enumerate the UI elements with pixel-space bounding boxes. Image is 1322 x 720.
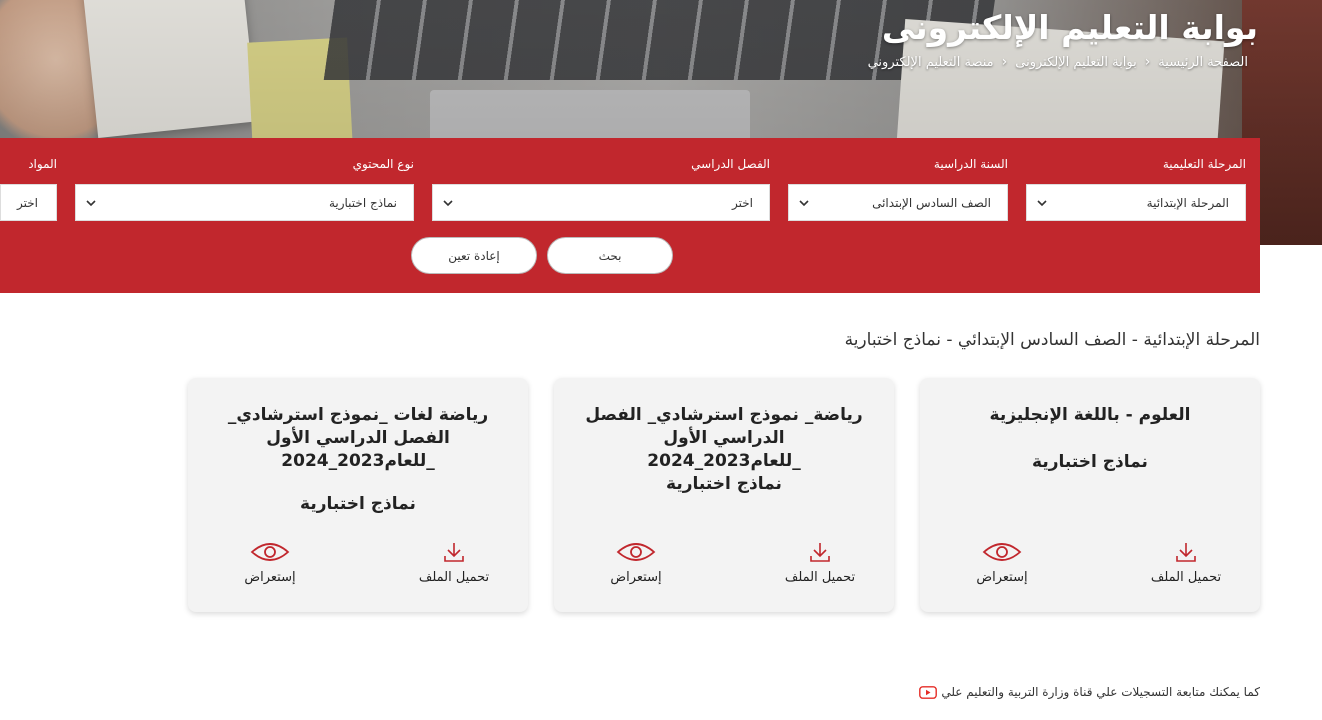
download-button[interactable]: تحميل الملف — [404, 540, 504, 585]
stage-select-value: المرحلة الإبتدائية — [1146, 195, 1229, 210]
view-button[interactable]: إستعراض — [220, 540, 320, 585]
view-label: إستعراض — [976, 570, 1028, 585]
download-button[interactable]: تحميل الملف — [1136, 540, 1236, 585]
chevron-down-icon — [443, 200, 453, 207]
card-title: رياضة_ نموذج استرشادي_ الفصل الدراسي الأ… — [585, 405, 863, 471]
breadcrumb-current: منصة التعليم الإلكتروني — [867, 54, 994, 70]
year-label: السنة الدراسية — [933, 157, 1008, 171]
card-title: العلوم - باللغة الإنجليزية — [989, 405, 1191, 425]
reset-button[interactable]: إعادة تعين — [411, 237, 537, 274]
view-label: إستعراض — [244, 570, 296, 585]
subject-select-value: اختر — [17, 195, 38, 210]
download-label: تحميل الملف — [418, 570, 490, 585]
download-label: تحميل الملف — [784, 570, 856, 585]
card-type: نماذج اختبارية — [300, 494, 416, 514]
result-card: العلوم - باللغة الإنجليزية نماذج اختباري… — [920, 378, 1260, 612]
stage-label: المرحلة التعليمية — [1162, 157, 1246, 171]
chevron-left-icon: ‹ — [1144, 54, 1151, 70]
page-title: بوابة التعليم الإلكترونى — [881, 8, 1258, 47]
chevron-down-icon — [86, 200, 96, 207]
download-icon — [810, 543, 830, 562]
download-icon — [1176, 543, 1196, 562]
download-label: تحميل الملف — [1150, 570, 1222, 585]
eye-icon — [250, 543, 290, 561]
result-card: رياضة لغات _نموذج استرشادي_ الفصل الدراس… — [188, 378, 528, 612]
view-button[interactable]: إستعراض — [952, 540, 1052, 585]
footer-note-text: كما يمكنك متابعة التسجيلات علي قناة وزار… — [941, 685, 1260, 699]
view-label: إستعراض — [610, 570, 662, 585]
eye-icon — [982, 543, 1022, 561]
content-type-select[interactable]: نماذج اختبارية — [75, 184, 414, 221]
card-type: نماذج اختبارية — [666, 474, 782, 494]
filter-panel: المرحلة التعليمية المرحلة الإبتدائية الس… — [0, 138, 1260, 293]
result-card: رياضة_ نموذج استرشادي_ الفصل الدراسي الأ… — [554, 378, 894, 612]
content-type-label: نوع المحتوي — [352, 157, 414, 171]
download-button[interactable]: تحميل الملف — [770, 540, 870, 585]
chevron-left-icon: ‹ — [1001, 54, 1008, 70]
term-label: الفصل الدراسي — [691, 157, 770, 171]
card-title: رياضة لغات _نموذج استرشادي_ الفصل الدراس… — [227, 405, 489, 471]
results-heading: المرحلة الإبتدائية - الصف السادس الإبتدا… — [844, 330, 1260, 350]
stage-select[interactable]: المرحلة الإبتدائية — [1026, 184, 1246, 221]
breadcrumb-portal[interactable]: بوابة التعليم الإلكترونى — [1015, 55, 1136, 70]
subject-label: المواد — [28, 157, 57, 171]
youtube-icon[interactable] — [919, 685, 938, 699]
year-select-value: الصف السادس الإبتدائى — [872, 195, 991, 210]
breadcrumb-home[interactable]: الصفحة الرئيسية — [1158, 55, 1248, 70]
chevron-down-icon — [799, 200, 809, 207]
chevron-down-icon — [1037, 200, 1047, 207]
eye-icon — [616, 543, 656, 561]
download-icon — [444, 543, 464, 562]
term-select-value: اختر — [732, 195, 753, 210]
content-type-select-value: نماذج اختبارية — [328, 195, 397, 210]
view-button[interactable]: إستعراض — [586, 540, 686, 585]
term-select[interactable]: اختر — [432, 184, 770, 221]
search-button[interactable]: بحث — [547, 237, 673, 274]
year-select[interactable]: الصف السادس الإبتدائى — [788, 184, 1008, 221]
breadcrumb: الصفحة الرئيسية ‹ بوابة التعليم الإلكترو… — [868, 54, 1248, 70]
subject-select[interactable]: اختر — [0, 184, 57, 221]
card-type: نماذج اختبارية — [1032, 452, 1148, 472]
footer-note: كما يمكنك متابعة التسجيلات علي قناة وزار… — [919, 685, 1260, 699]
